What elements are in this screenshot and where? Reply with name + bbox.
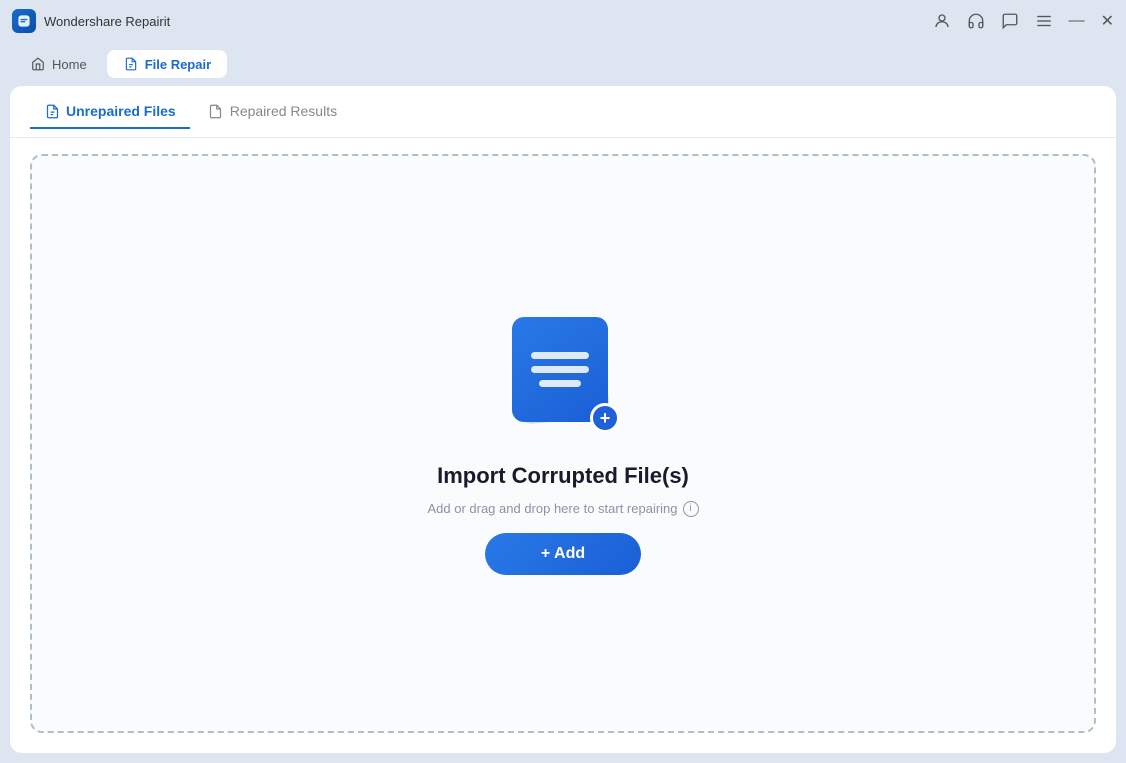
title-bar: Wondershare Repairit bbox=[0, 0, 1126, 42]
file-line-1 bbox=[531, 352, 589, 359]
tab-unrepaired-label: Unrepaired Files bbox=[66, 103, 176, 119]
user-icon[interactable] bbox=[933, 12, 951, 30]
import-title: Import Corrupted File(s) bbox=[437, 463, 689, 489]
support-icon[interactable] bbox=[967, 12, 985, 30]
app-title: Wondershare Repairit bbox=[44, 14, 170, 29]
menu-icon[interactable] bbox=[1035, 12, 1053, 30]
drop-zone[interactable]: + Import Corrupted File(s) Add or drag a… bbox=[30, 154, 1096, 733]
plus-badge: + bbox=[590, 403, 620, 433]
file-line-2 bbox=[531, 366, 589, 373]
tabs-row: Unrepaired Files Repaired Results bbox=[10, 86, 1116, 138]
tab-repaired-label: Repaired Results bbox=[230, 103, 337, 119]
file-line-3 bbox=[539, 380, 581, 387]
nav-tab-file-repair[interactable]: File Repair bbox=[107, 50, 227, 78]
nav-bar: Home File Repair bbox=[0, 42, 1126, 86]
title-bar-left: Wondershare Repairit bbox=[12, 9, 170, 33]
app-icon bbox=[12, 9, 36, 33]
repaired-tab-icon bbox=[208, 103, 224, 119]
title-bar-right: — ✕ bbox=[933, 11, 1114, 31]
file-repair-icon bbox=[123, 56, 139, 72]
file-front bbox=[512, 317, 608, 422]
close-button[interactable]: ✕ bbox=[1101, 11, 1114, 31]
file-illustration: + bbox=[498, 313, 628, 443]
nav-tab-file-repair-label: File Repair bbox=[145, 57, 211, 72]
tab-unrepaired-files[interactable]: Unrepaired Files bbox=[30, 95, 190, 129]
info-icon[interactable]: i bbox=[683, 501, 699, 517]
nav-tab-home-label: Home bbox=[52, 57, 87, 72]
tab-repaired-results[interactable]: Repaired Results bbox=[194, 95, 351, 129]
home-icon bbox=[30, 56, 46, 72]
unrepaired-tab-icon bbox=[44, 103, 60, 119]
chat-icon[interactable] bbox=[1001, 12, 1019, 30]
main-area: Unrepaired Files Repaired Results + Impo… bbox=[10, 86, 1116, 753]
add-button[interactable]: + Add bbox=[485, 533, 641, 575]
import-subtitle-text: Add or drag and drop here to start repai… bbox=[427, 501, 677, 516]
minimize-button[interactable]: — bbox=[1069, 12, 1085, 30]
nav-tab-home[interactable]: Home bbox=[14, 50, 103, 78]
import-subtitle: Add or drag and drop here to start repai… bbox=[427, 501, 698, 517]
